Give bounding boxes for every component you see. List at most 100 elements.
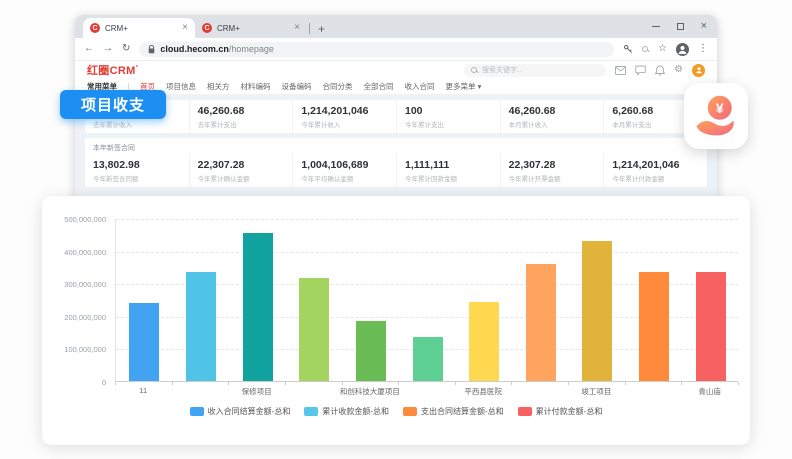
stat-value: 1,214,201,046 <box>301 105 388 117</box>
browser-tab-inactive[interactable]: C CRM+ × <box>195 18 307 38</box>
crm-favicon-icon: C <box>90 23 100 33</box>
bookmark-star-icon[interactable]: ☆ <box>658 44 667 54</box>
y-tick-label: 300,000,000 <box>42 280 106 289</box>
user-avatar[interactable] <box>692 64 705 77</box>
nav-item-7[interactable]: 全部合同 <box>364 81 394 92</box>
nav-item-8[interactable]: 收入合同 <box>405 81 435 92</box>
nav-item-2[interactable]: 项目信息 <box>166 81 196 92</box>
stat-label: 去年累计支出 <box>198 119 285 129</box>
x-tick-label: 11 <box>139 386 147 395</box>
legend-swatch <box>304 407 318 416</box>
back-icon[interactable]: ← <box>84 44 94 54</box>
stat-value: 1,214,201,046 <box>612 159 699 171</box>
stat-value: 22,307.28 <box>509 159 596 171</box>
tab-title: CRM+ <box>217 24 289 33</box>
y-tick-label: 0 <box>42 378 106 387</box>
browser-toolbar: ← → ↻ cloud.hecom.cn/homepage ☆ <box>75 38 717 61</box>
legend-item-3[interactable]: 累计付款金额-总和 <box>518 406 603 417</box>
nav-item-9[interactable]: 更多菜单 ▾ <box>446 81 482 92</box>
stat-label: 今年累计回款金额 <box>405 173 492 183</box>
tab-title: CRM+ <box>105 24 177 33</box>
browser-tab-bar: C CRM+ × C CRM+ × + × <box>75 15 717 38</box>
mail-icon[interactable] <box>615 66 626 75</box>
legend-swatch <box>190 407 204 416</box>
legend-swatch <box>403 407 417 416</box>
stat-value: 46,260.68 <box>509 105 596 117</box>
bar-1[interactable] <box>186 272 216 381</box>
bar-9[interactable] <box>639 272 669 381</box>
stats-row-1: 23,820.79去年累计收入46,260.68去年累计支出1,214,201,… <box>85 100 707 133</box>
x-axis-tick <box>568 382 569 385</box>
legend-swatch <box>518 407 532 416</box>
stat-label: 今年累计开票金额 <box>509 173 596 183</box>
settings-gear-icon[interactable]: ⚙ <box>674 65 683 75</box>
x-axis-tick <box>625 382 626 385</box>
close-tab-icon[interactable]: × <box>294 23 300 33</box>
bar-5[interactable] <box>413 337 443 381</box>
stat-cell-4: 46,260.68 本月累计收入 <box>500 100 604 133</box>
new-tab-button[interactable]: + <box>314 22 329 36</box>
bar-8[interactable] <box>582 241 612 381</box>
search-zoom-icon[interactable] <box>642 46 649 53</box>
bar-6[interactable] <box>469 302 499 381</box>
x-tick-label: 青山庙 <box>698 386 721 397</box>
bar-4[interactable] <box>356 321 386 381</box>
forward-icon[interactable]: → <box>103 44 113 54</box>
browser-window: C CRM+ × C CRM+ × + × ← → ↻ <box>75 15 717 212</box>
x-tick-label: 竣工项目 <box>581 386 611 397</box>
chat-icon[interactable] <box>635 65 646 75</box>
stat-value: 46,260.68 <box>198 105 285 117</box>
bar-7[interactable] <box>526 264 556 381</box>
bar-chart-plot <box>115 219 738 382</box>
crm-search-input[interactable]: 搜索关键字... <box>464 64 606 77</box>
maximize-icon[interactable] <box>677 23 684 30</box>
svg-text:¥: ¥ <box>716 101 724 117</box>
legend-item-1[interactable]: 累计收款金额-总和 <box>304 406 389 417</box>
browser-tab-active[interactable]: C CRM+ × <box>83 18 195 38</box>
bar-10[interactable] <box>696 272 726 381</box>
nav-item-5[interactable]: 设备编码 <box>282 81 312 92</box>
close-tab-icon[interactable]: × <box>182 23 188 33</box>
crm-header-actions: 搜索关键字... ⚙ <box>464 64 705 77</box>
stat-value: 100 <box>405 105 492 117</box>
minimize-icon[interactable] <box>652 26 660 27</box>
nav-item-4[interactable]: 材料编码 <box>241 81 271 92</box>
browser-menu-icon[interactable]: ⋮ <box>698 44 708 54</box>
stat-value: 1,004,106,689 <box>301 159 388 171</box>
x-tick-label: 保修项目 <box>242 386 272 397</box>
income-expense-feature-card: ¥ <box>684 83 748 149</box>
bar-2[interactable] <box>243 233 273 381</box>
bell-icon[interactable] <box>655 65 665 76</box>
window-close-icon[interactable]: × <box>701 21 707 32</box>
profile-avatar-icon[interactable] <box>676 43 689 56</box>
stat-cell-0: 13,802.98今年新签合同额 <box>85 154 189 187</box>
legend-item-2[interactable]: 支出合同结算金额-总和 <box>403 406 504 417</box>
crm-favicon-icon: C <box>202 23 212 33</box>
stat-value: 22,307.28 <box>198 159 285 171</box>
x-axis-tick <box>738 382 739 385</box>
stat-label: 去年累计收入 <box>93 119 181 129</box>
reload-icon[interactable]: ↻ <box>122 44 130 54</box>
x-tick-label: 和创科技大厦项目 <box>340 386 400 397</box>
tab-separator <box>309 23 310 34</box>
stat-label: 今年新签合同额 <box>93 173 181 183</box>
nav-item-3[interactable]: 相关方 <box>207 81 230 92</box>
bar-3[interactable] <box>299 278 329 381</box>
legend-label: 收入合同结算金额-总和 <box>208 406 291 417</box>
legend-item-0[interactable]: 收入合同结算金额-总和 <box>190 406 291 417</box>
stat-label: 本月累计收入 <box>509 119 596 129</box>
y-tick-label: 200,000,000 <box>42 313 106 322</box>
address-bar[interactable]: cloud.hecom.cn/homepage <box>139 42 614 57</box>
stat-cell-3: 100今年累计支出 <box>396 100 500 133</box>
stat-cell-3: 1,111,111今年累计回款金额 <box>396 154 500 187</box>
stats-panel: 23,820.79去年累计收入46,260.68去年累计支出1,214,201,… <box>75 95 717 212</box>
key-icon[interactable] <box>623 44 633 54</box>
bar-0[interactable] <box>129 303 159 381</box>
legend-label: 累计收款金额-总和 <box>322 406 389 417</box>
crm-logo: 红圈CRM° <box>87 62 138 78</box>
project-income-expense-badge: 项目收支 <box>60 90 166 119</box>
stat-label: 今年平均确认金额 <box>301 173 388 183</box>
gridline <box>116 252 738 253</box>
nav-item-6[interactable]: 合同分类 <box>323 81 353 92</box>
url-text: cloud.hecom.cn/homepage <box>160 44 274 54</box>
